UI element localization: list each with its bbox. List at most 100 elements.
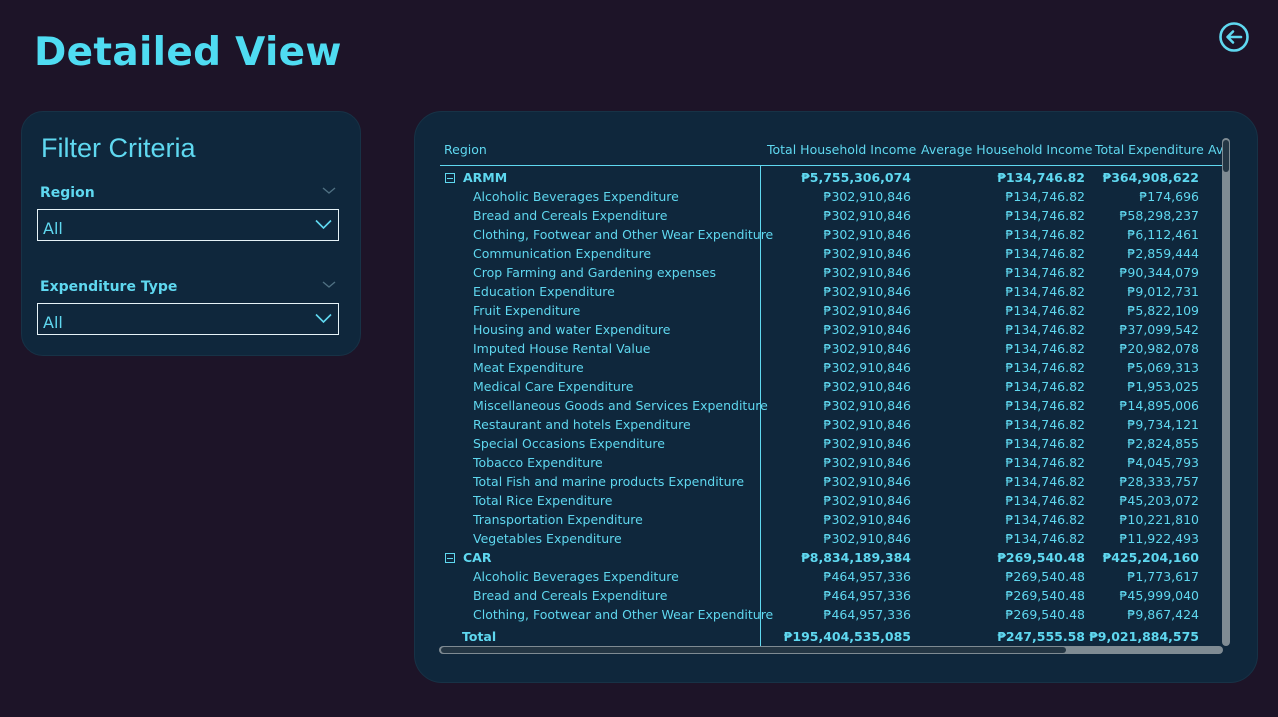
table-row[interactable]: Total Rice Expenditure ₱302,910,846 ₱134,7… xyxy=(440,491,1223,510)
region-group-label: ARMM xyxy=(463,170,508,185)
table-row[interactable]: Communication Expenditure ₱302,910,846 ₱13… xyxy=(440,244,1223,263)
vertical-scrollbar[interactable] xyxy=(1222,138,1230,646)
table-row[interactable]: Restaurant and hotels Expenditure ₱302,91… xyxy=(440,415,1223,434)
table-cell: ₱10,221,810 xyxy=(1119,512,1199,527)
chevron-down-icon[interactable] xyxy=(322,186,336,196)
table-cell: ₱269,540.48 xyxy=(997,550,1085,565)
table-cell: ₱134,746.82 xyxy=(1005,341,1085,356)
collapse-minus-icon[interactable] xyxy=(445,173,455,183)
expenditure-dropdown[interactable]: All xyxy=(37,303,339,335)
table-cell: ₱5,822,109 xyxy=(1127,303,1199,318)
column-header-average-household-income[interactable]: Average Household Income xyxy=(921,142,1092,157)
region-dropdown[interactable]: All xyxy=(37,209,339,241)
table-cell: ₱302,910,846 xyxy=(823,436,911,451)
table-row[interactable]: Housing and water Expenditure ₱302,910,84… xyxy=(440,320,1223,339)
table-cell: ₱134,746.82 xyxy=(1005,208,1085,223)
expenditure-label: Medical Care Expenditure xyxy=(473,379,634,394)
table-cell: ₱302,910,846 xyxy=(823,474,911,489)
expenditure-label: Transportation Expenditure xyxy=(473,512,643,527)
table-cell: ₱302,910,846 xyxy=(823,246,911,261)
table-row[interactable]: Bread and Cereals Expenditure ₱464,957,33… xyxy=(440,586,1223,605)
total-label: Total xyxy=(462,629,497,644)
table-cell: ₱134,746.82 xyxy=(1005,436,1085,451)
table-cell: ₱11,922,493 xyxy=(1119,531,1199,546)
table-cell: ₱134,746.82 xyxy=(1005,474,1085,489)
table-row-group[interactable]: ARMM ₱5,755,306,074 ₱134,746.82 ₱364,908,62… xyxy=(440,168,1223,187)
table-row[interactable]: Miscellaneous Goods and Services Expendi… xyxy=(440,396,1223,415)
expenditure-label: Clothing, Footwear and Other Wear Expend… xyxy=(473,607,774,622)
table-row[interactable]: Clothing, Footwear and Other Wear Expend… xyxy=(440,605,1223,624)
table-cell: ₱6,112,461 xyxy=(1127,227,1199,242)
column-header-region[interactable]: Region xyxy=(444,142,487,157)
column-header-average-expenditure[interactable]: Av xyxy=(1208,142,1223,157)
expenditure-label: Meat Expenditure xyxy=(473,360,584,375)
table-cell: ₱1,773,617 xyxy=(1127,569,1199,584)
filter-panel: Filter Criteria Region All Expenditure T… xyxy=(21,111,361,356)
table-row[interactable]: Imputed House Rental Value ₱302,910,846 ₱1… xyxy=(440,339,1223,358)
table-cell: ₱302,910,846 xyxy=(823,493,911,508)
expenditure-label: Clothing, Footwear and Other Wear Expend… xyxy=(473,227,774,242)
table-cell: ₱5,069,313 xyxy=(1127,360,1199,375)
expenditure-dropdown-value: All xyxy=(43,313,63,332)
total-cell: ₱9,021,884,575 xyxy=(1089,629,1199,644)
table-cell: ₱134,746.82 xyxy=(1005,455,1085,470)
table-row[interactable]: Alcoholic Beverages Expenditure ₱464,957,… xyxy=(440,567,1223,586)
table-row[interactable]: Crop Farming and Gardening expenses ₱302,… xyxy=(440,263,1223,282)
back-arrow-circle-icon xyxy=(1219,22,1249,52)
table-row[interactable]: Clothing, Footwear and Other Wear Expend… xyxy=(440,225,1223,244)
table-row[interactable]: Tobacco Expenditure ₱302,910,846 ₱134,746.… xyxy=(440,453,1223,472)
chevron-down-icon[interactable] xyxy=(322,280,336,290)
table-cell: ₱2,824,855 xyxy=(1127,436,1199,451)
table-cell: ₱425,204,160 xyxy=(1102,550,1199,565)
column-header-total-expenditure[interactable]: Total Expenditure xyxy=(1095,142,1204,157)
table-cell: ₱134,746.82 xyxy=(1005,303,1085,318)
table-cell: ₱269,540.48 xyxy=(1005,607,1085,622)
table-cell: ₱302,910,846 xyxy=(823,208,911,223)
region-group-label: CAR xyxy=(463,550,492,565)
column-header-total-household-income[interactable]: Total Household Income xyxy=(767,142,916,157)
table-row[interactable]: Education Expenditure ₱302,910,846 ₱134,74… xyxy=(440,282,1223,301)
expenditure-label: Bread and Cereals Expenditure xyxy=(473,588,668,603)
matrix-table[interactable]: Region Total Household Income Average Ho… xyxy=(440,136,1223,648)
table-cell: ₱5,755,306,074 xyxy=(801,170,911,185)
table-row[interactable]: Meat Expenditure ₱302,910,846 ₱134,746.82 ₱… xyxy=(440,358,1223,377)
expenditure-label: Alcoholic Beverages Expenditure xyxy=(473,569,679,584)
table-cell: ₱302,910,846 xyxy=(823,531,911,546)
table-cell: ₱302,910,846 xyxy=(823,227,911,242)
table-cell: ₱134,746.82 xyxy=(1005,265,1085,280)
table-row[interactable]: Total Fish and marine products Expenditu… xyxy=(440,472,1223,491)
table-row[interactable]: Alcoholic Beverages Expenditure ₱302,910,… xyxy=(440,187,1223,206)
table-cell: ₱302,910,846 xyxy=(823,417,911,432)
horizontal-scrollbar[interactable] xyxy=(439,646,1223,654)
expenditure-label: Alcoholic Beverages Expenditure xyxy=(473,189,679,204)
table-cell: ₱1,953,025 xyxy=(1127,379,1199,394)
table-row-group[interactable]: CAR ₱8,834,189,384 ₱269,540.48 ₱425,204,160 xyxy=(440,548,1223,567)
table-row[interactable]: Fruit Expenditure ₱302,910,846 ₱134,746.82… xyxy=(440,301,1223,320)
expenditure-slicer-label: Expenditure Type xyxy=(40,279,178,295)
table-row[interactable]: Transportation Expenditure ₱302,910,846 ₱1… xyxy=(440,510,1223,529)
table-cell: ₱4,045,793 xyxy=(1127,455,1199,470)
table-cell: ₱90,344,079 xyxy=(1119,265,1199,280)
table-cell: ₱45,999,040 xyxy=(1119,588,1199,603)
horizontal-scroll-thumb[interactable] xyxy=(441,647,1066,653)
table-cell: ₱134,746.82 xyxy=(1005,246,1085,261)
table-cell: ₱9,867,424 xyxy=(1127,607,1199,622)
table-row[interactable]: Vegetables Expenditure ₱302,910,846 ₱134,7… xyxy=(440,529,1223,548)
table-cell: ₱302,910,846 xyxy=(823,322,911,337)
table-cell: ₱9,734,121 xyxy=(1127,417,1199,432)
table-cell: ₱2,859,444 xyxy=(1127,246,1199,261)
table-header: Region Total Household Income Average Ho… xyxy=(440,136,1223,166)
page-title: Detailed View xyxy=(34,30,342,75)
table-row[interactable]: Medical Care Expenditure ₱302,910,846 ₱134… xyxy=(440,377,1223,396)
table-cell: ₱302,910,846 xyxy=(823,512,911,527)
back-button[interactable] xyxy=(1218,21,1250,53)
expenditure-label: Education Expenditure xyxy=(473,284,615,299)
expenditure-label: Communication Expenditure xyxy=(473,246,652,261)
table-cell: ₱302,910,846 xyxy=(823,341,911,356)
collapse-minus-icon[interactable] xyxy=(445,553,455,563)
table-row[interactable]: Bread and Cereals Expenditure ₱302,910,84… xyxy=(440,206,1223,225)
table-row[interactable]: Special Occasions Expenditure ₱302,910,84… xyxy=(440,434,1223,453)
vertical-scroll-thumb[interactable] xyxy=(1223,140,1229,172)
table-cell: ₱134,746.82 xyxy=(1005,360,1085,375)
table-cell: ₱134,746.82 xyxy=(1005,322,1085,337)
